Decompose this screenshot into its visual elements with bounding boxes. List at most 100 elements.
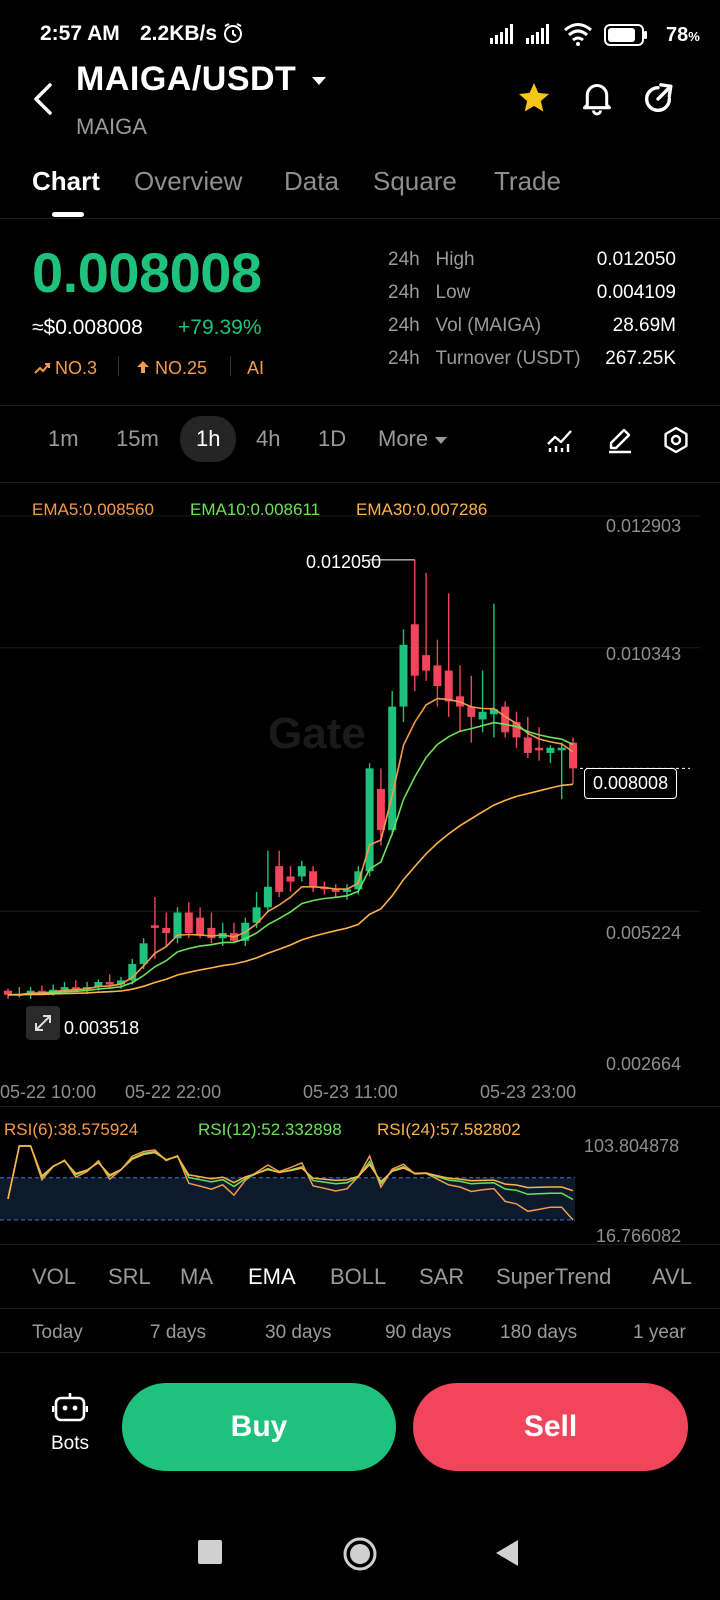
indicator-sar[interactable]: SAR	[419, 1264, 464, 1290]
tab-trade[interactable]: Trade	[494, 166, 561, 197]
stat-turnover-label: 24h Turnover (USDT)	[388, 348, 581, 369]
caret-down-icon	[312, 77, 327, 86]
indicator-ma[interactable]: MA	[180, 1264, 213, 1290]
x-tick-label: 05-22 10:00	[0, 1082, 97, 1102]
range-90-days[interactable]: 90 days	[385, 1322, 452, 1344]
candle-body	[399, 644, 408, 707]
timeframe-1m[interactable]: 1m	[48, 426, 79, 452]
tab-square[interactable]: Square	[373, 166, 457, 197]
timeframe-1h[interactable]: 1h	[180, 416, 237, 462]
rank-divider	[118, 356, 119, 376]
status-net-speed: 2.2KB/s	[140, 22, 218, 45]
favorite-star-icon[interactable]	[516, 80, 552, 116]
bots-label: Bots	[50, 1433, 90, 1454]
y-tick-label: 0.010343	[606, 644, 682, 664]
stat-vol-label: 24h Vol (MAIGA)	[388, 315, 542, 336]
wifi-icon	[564, 23, 592, 46]
indicator-supertrend[interactable]: SuperTrend	[496, 1264, 611, 1290]
candle-body	[297, 866, 306, 877]
settings-hexagon-icon[interactable]	[662, 426, 690, 454]
arrow-up-icon	[137, 361, 149, 373]
indicator-boll[interactable]: BOLL	[330, 1264, 386, 1290]
signal-icon	[490, 24, 513, 44]
price-chart[interactable]: Gate	[0, 500, 720, 1100]
back-arrow-icon[interactable]	[30, 82, 56, 116]
drawing-pencil-icon[interactable]	[606, 426, 634, 454]
range-1-year[interactable]: 1 year	[633, 1322, 686, 1344]
buy-button[interactable]: Buy	[122, 1383, 396, 1471]
range-30-days[interactable]: 30 days	[265, 1322, 332, 1344]
ai-badge[interactable]: AI	[247, 358, 264, 379]
rsi6-legend: RSI(6):38.575924	[4, 1120, 139, 1139]
timeframe-15m[interactable]: 15m	[116, 426, 159, 452]
range-180-days[interactable]: 180 days	[500, 1322, 577, 1344]
stat-turnover-value: 267.25K	[605, 348, 676, 369]
y-tick-label: 0.002664	[606, 1054, 682, 1074]
stat-vol-value: 28.69M	[612, 315, 676, 336]
candle-body	[309, 871, 318, 887]
candle-body	[263, 886, 272, 908]
expand-icon	[35, 1015, 51, 1031]
pair-subtitle: MAIGA	[76, 114, 147, 139]
low-price-label: 0.003518	[64, 1018, 140, 1038]
indicator-chart-icon[interactable]	[546, 428, 574, 454]
active-tab-indicator	[52, 212, 84, 217]
timeframe-4h[interactable]: 4h	[256, 426, 280, 452]
nav-back-button[interactable]	[494, 1538, 520, 1568]
status-time: 2:57 AM	[40, 22, 120, 45]
stat-low-value: 0.004109	[596, 282, 676, 303]
tab-chart[interactable]: Chart	[32, 166, 100, 197]
pair-selector[interactable]: MAIGA/USDT	[76, 60, 328, 99]
range-today[interactable]: Today	[32, 1322, 83, 1344]
y-tick-label: 0.012903	[606, 516, 682, 536]
indicator-ema[interactable]: EMA	[248, 1264, 296, 1290]
candle-body	[535, 747, 544, 751]
rank-trending-label: NO.3	[55, 358, 98, 378]
nav-home-button[interactable]	[342, 1536, 378, 1572]
rsi-chart[interactable]	[0, 1138, 580, 1238]
rank-badge-trending[interactable]: NO.3	[34, 358, 97, 379]
candle-body	[410, 624, 419, 676]
bots-button[interactable]: Bots	[40, 1390, 100, 1460]
stat-high-label: 24h High	[388, 249, 475, 270]
pair-title: MAIGA/USDT	[76, 60, 297, 98]
ema-line	[7, 721, 574, 996]
rsi24-legend: RSI(24):57.582802	[377, 1120, 521, 1139]
signal-2-icon	[526, 24, 549, 44]
alarm-icon	[224, 23, 242, 43]
candle-body	[546, 747, 555, 753]
bottom-divider	[0, 1352, 720, 1353]
indicator-avl[interactable]: AVL	[652, 1264, 692, 1290]
sell-button[interactable]: Sell	[413, 1383, 688, 1471]
range-7-days[interactable]: 7 days	[150, 1322, 206, 1344]
bell-icon[interactable]	[580, 80, 614, 116]
x-tick-label: 05-23 23:00	[480, 1082, 577, 1102]
watermark-logo: Gate	[268, 709, 366, 758]
timeframe-more[interactable]: More	[378, 426, 448, 452]
candle-body	[150, 925, 159, 928]
candle-body	[376, 788, 385, 831]
timeframe-1d[interactable]: 1D	[318, 426, 346, 452]
candle-body	[286, 876, 295, 882]
tab-overview[interactable]: Overview	[134, 166, 242, 197]
rank-badge-gainers[interactable]: NO.25	[136, 358, 207, 379]
caret-down-icon	[435, 437, 448, 444]
candle-body	[444, 670, 453, 702]
rsi-tick-label: 103.804878	[584, 1136, 680, 1156]
robot-icon	[51, 1393, 89, 1422]
candle-body	[105, 981, 114, 985]
rank-divider-2	[230, 356, 231, 376]
candle-body	[478, 711, 487, 720]
share-icon[interactable]	[641, 82, 675, 116]
nav-recents-button[interactable]	[198, 1540, 222, 1564]
high-price-label: 0.012050	[306, 552, 382, 572]
candle-body	[139, 943, 148, 964]
indicator-srl[interactable]: SRL	[108, 1264, 151, 1290]
candle-body	[557, 747, 566, 751]
indicator-vol[interactable]: VOL	[32, 1264, 76, 1290]
expand-button[interactable]	[26, 1006, 60, 1040]
indicator-divider	[0, 1244, 720, 1245]
tab-data[interactable]: Data	[284, 166, 339, 197]
price-change-percent: +79.39%	[178, 316, 262, 339]
x-tick-label: 05-23 11:00	[303, 1082, 398, 1102]
